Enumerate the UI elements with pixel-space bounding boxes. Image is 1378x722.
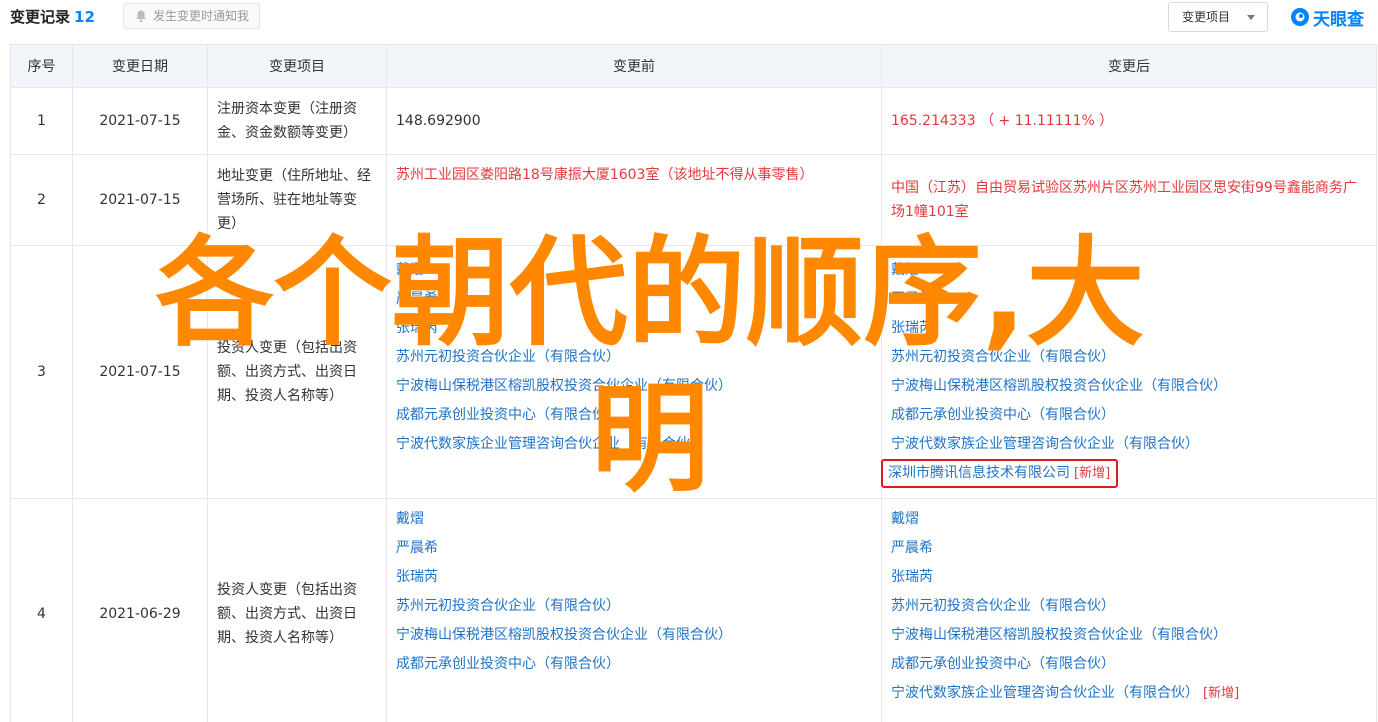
- change-item-filter-dropdown[interactable]: 变更项目: [1168, 2, 1268, 32]
- row-after: 165.214333 （ + 11.11111% ）: [881, 87, 1377, 155]
- column-header-before: 变更前: [386, 44, 882, 88]
- row-index: 3: [10, 245, 73, 499]
- investor-link[interactable]: 戴熠: [891, 256, 1367, 285]
- table-row: 1 2021-07-15 注册资本变更（注册资金、资金数额等变更） 148.69…: [10, 87, 1377, 155]
- investor-link[interactable]: 戴熠: [396, 256, 872, 285]
- value-text: 165.214333 （ + 11.11111% ）: [891, 113, 1114, 129]
- logo-mark-icon: [1291, 8, 1309, 26]
- investor-link[interactable]: 宁波梅山保税港区榕凯股权投资合伙企业（有限合伙）: [891, 621, 1367, 650]
- bell-icon: [136, 10, 146, 23]
- row-item: 地址变更（住所地址、经营场所、驻在地址等变更）: [207, 154, 387, 246]
- column-header-item: 变更项目: [207, 44, 387, 88]
- chevron-down-icon: [1247, 15, 1255, 20]
- value-text: 148.692900: [396, 113, 481, 129]
- tianyancha-logo: 天眼查: [1290, 4, 1364, 30]
- column-header-index: 序号: [10, 44, 73, 88]
- investor-link[interactable]: 严晨希: [891, 534, 1367, 563]
- new-tag: [新增]: [1203, 686, 1240, 701]
- row-date: 2021-07-15: [72, 154, 208, 246]
- investor-link[interactable]: 宁波代数家族企业管理咨询合伙企业（有限合伙）: [396, 430, 872, 459]
- row-index: 1: [10, 87, 73, 155]
- investor-link[interactable]: 苏州元初投资合伙企业（有限合伙）: [396, 343, 872, 372]
- investor-link[interactable]: 戴熠: [891, 505, 1367, 534]
- row-item: 投资人变更（包括出资额、出资方式、出资日期、投资人名称等）: [207, 245, 387, 499]
- highlight-box: 深圳市腾讯信息技术有限公司 [新增]: [881, 459, 1119, 488]
- new-tag: [新增]: [1074, 466, 1111, 481]
- section-title-text: 变更记录: [10, 8, 71, 26]
- row-item: 投资人变更（包括出资额、出资方式、出资日期、投资人名称等）: [207, 498, 387, 722]
- row-date: 2021-06-29: [72, 498, 208, 722]
- row-before: 148.692900: [386, 87, 882, 155]
- change-record-table: 序号 变更日期 变更项目 变更前 变更后 1 2021-07-15 注册资本变更…: [10, 44, 1377, 722]
- row-after: 戴熠 严晨希 张瑞芮 苏州元初投资合伙企业（有限合伙） 宁波梅山保税港区榕凯股权…: [881, 498, 1377, 722]
- section-header: 变更记录 12 发生变更时通知我 变更项目 天眼查: [0, 0, 1378, 34]
- row-date: 2021-07-15: [72, 245, 208, 499]
- row-before: 苏州工业园区娄阳路18号康振大厦1603室（该地址不得从事零售）: [386, 154, 882, 246]
- row-after: 中国（江苏）自由贸易试验区苏州片区苏州工业园区思安街99号鑫能商务广场1幢101…: [881, 154, 1377, 246]
- investor-link[interactable]: 张瑞芮: [396, 314, 872, 343]
- row-index: 4: [10, 498, 73, 722]
- investor-link[interactable]: 成都元承创业投资中心（有限合伙）: [891, 650, 1367, 679]
- investor-link[interactable]: 张瑞芮: [891, 563, 1367, 592]
- notify-button[interactable]: 发生变更时通知我: [123, 3, 261, 29]
- record-count: 12: [74, 8, 95, 26]
- investor-link[interactable]: 苏州元初投资合伙企业（有限合伙）: [891, 592, 1367, 621]
- new-investor-link[interactable]: 宁波代数家族企业管理咨询合伙企业（有限合伙）: [891, 685, 1199, 701]
- column-header-after: 变更后: [881, 44, 1377, 88]
- row-before: 戴熠 严晨希 张瑞芮 苏州元初投资合伙企业（有限合伙） 宁波梅山保税港区榕凯股权…: [386, 245, 882, 499]
- investor-link[interactable]: 张瑞芮: [891, 314, 1367, 343]
- investor-link[interactable]: 戴熠: [396, 505, 872, 534]
- investor-link[interactable]: 苏州元初投资合伙企业（有限合伙）: [396, 592, 872, 621]
- row-before: 戴熠 严晨希 张瑞芮 苏州元初投资合伙企业（有限合伙） 宁波梅山保税港区榕凯股权…: [386, 498, 882, 722]
- row-after: 戴熠 严晨希 张瑞芮 苏州元初投资合伙企业（有限合伙） 宁波梅山保税港区榕凯股权…: [881, 245, 1377, 499]
- investor-link[interactable]: 严晨希: [891, 285, 1367, 314]
- investor-link[interactable]: 成都元承创业投资中心（有限合伙）: [396, 650, 872, 679]
- value-text: 苏州工业园区娄阳路18号康振大厦1603室（该地址不得从事零售）: [396, 167, 814, 183]
- section-title: 变更记录 12: [10, 6, 95, 27]
- investor-link[interactable]: 宁波梅山保税港区榕凯股权投资合伙企业（有限合伙）: [891, 372, 1367, 401]
- investor-link[interactable]: 严晨希: [396, 285, 872, 314]
- investor-link[interactable]: 宁波代数家族企业管理咨询合伙企业（有限合伙）: [891, 430, 1367, 459]
- investor-link[interactable]: 成都元承创业投资中心（有限合伙）: [396, 401, 872, 430]
- logo-text: 天眼查: [1313, 9, 1364, 30]
- column-header-date: 变更日期: [72, 44, 208, 88]
- filter-label: 变更项目: [1182, 10, 1231, 24]
- new-investor-link[interactable]: 深圳市腾讯信息技术有限公司: [888, 465, 1070, 481]
- row-date: 2021-07-15: [72, 87, 208, 155]
- row-item: 注册资本变更（注册资金、资金数额等变更）: [207, 87, 387, 155]
- investor-link[interactable]: 宁波梅山保税港区榕凯股权投资合伙企业（有限合伙）: [396, 621, 872, 650]
- notify-label: 发生变更时通知我: [153, 9, 250, 23]
- table-row: 3 2021-07-15 投资人变更（包括出资额、出资方式、出资日期、投资人名称…: [10, 245, 1377, 499]
- table-row: 2 2021-07-15 地址变更（住所地址、经营场所、驻在地址等变更） 苏州工…: [10, 154, 1377, 246]
- table-header-row: 序号 变更日期 变更项目 变更前 变更后: [10, 44, 1377, 88]
- row-index: 2: [10, 154, 73, 246]
- investor-link[interactable]: 苏州元初投资合伙企业（有限合伙）: [891, 343, 1367, 372]
- table-row: 4 2021-06-29 投资人变更（包括出资额、出资方式、出资日期、投资人名称…: [10, 498, 1377, 722]
- value-text: 中国（江苏）自由贸易试验区苏州片区苏州工业园区思安街99号鑫能商务广场1幢101…: [891, 180, 1357, 220]
- investor-link[interactable]: 张瑞芮: [396, 563, 872, 592]
- investor-link[interactable]: 宁波梅山保税港区榕凯股权投资合伙企业（有限合伙）: [396, 372, 872, 401]
- investor-link[interactable]: 严晨希: [396, 534, 872, 563]
- investor-link[interactable]: 成都元承创业投资中心（有限合伙）: [891, 401, 1367, 430]
